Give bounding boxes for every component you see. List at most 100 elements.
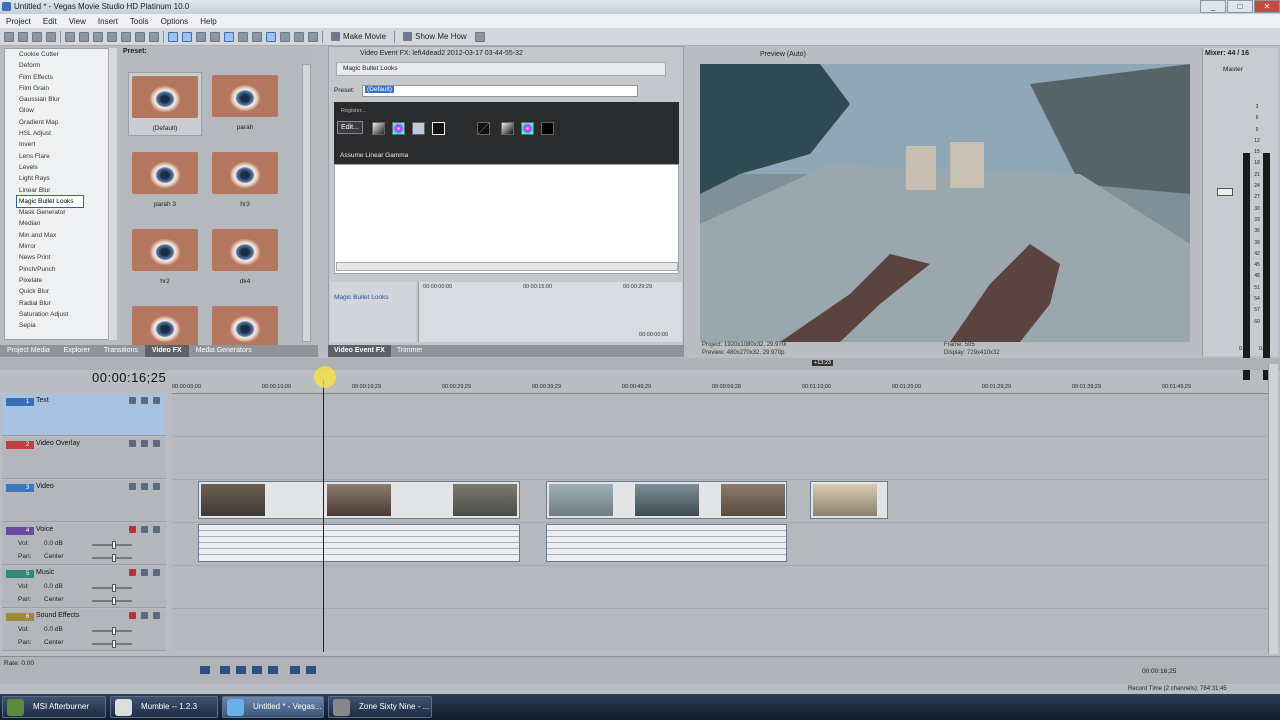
fx-item[interactable]: Gradient Map [5,117,109,128]
taskbar-mumble[interactable]: Mumble -- 1.2.3 [110,696,218,718]
paste-icon[interactable] [93,31,103,42]
preset-thumb[interactable]: dk4 [208,226,282,290]
fx-item[interactable]: Deform [5,60,109,71]
track-name[interactable]: Text [36,397,49,404]
playhead-cursor[interactable] [323,380,324,652]
lock-envelopes-icon[interactable] [266,31,276,42]
loop-icon[interactable] [200,666,210,674]
track-header-video-overlay[interactable]: 2 Video Overlay [2,437,166,479]
fx-item[interactable]: Gaussian Blur [5,94,109,105]
fx-item[interactable]: Median [5,218,109,229]
taskbar-zone-sixty-nine[interactable]: Zone Sixty Nine - ... [328,696,432,718]
tab-project-media[interactable]: Project Media [0,345,57,357]
stop-icon[interactable] [268,666,278,674]
fx-item[interactable]: Glow [5,105,109,116]
tab-video-fx[interactable]: Video FX [144,345,189,357]
fx-item[interactable]: Linear Blur [5,185,109,196]
preset-thumb[interactable]: (Default) [128,72,202,136]
go-to-start-icon[interactable] [290,666,300,674]
fx-preset-dropdown[interactable]: (Default) [362,85,638,97]
menu-view[interactable]: View [63,17,92,26]
subject-icon[interactable] [412,122,425,135]
fx-item[interactable]: Min and Max [5,230,109,241]
split-icon[interactable] [308,31,318,42]
track-name[interactable]: Video [36,483,54,490]
mute-icon[interactable] [141,397,148,404]
solo-icon[interactable] [153,440,160,447]
show-me-how-button[interactable]: Show Me How [399,32,471,41]
video-clip[interactable] [198,481,520,519]
fx-item[interactable]: Mirror [5,241,109,252]
track-name[interactable]: Music [36,569,54,576]
fx-item[interactable]: Film Grain [5,83,109,94]
pan-slider[interactable] [92,597,132,605]
fx-item[interactable]: Light Rays [5,173,109,184]
zoom-marker[interactable]: +13:23 [812,360,833,366]
fx-icon[interactable] [129,397,136,404]
redo-icon[interactable] [149,31,159,42]
menu-options[interactable]: Options [155,17,195,26]
normal-edit-icon[interactable] [294,31,304,42]
new-icon[interactable] [4,31,14,42]
mute-icon[interactable] [141,612,148,619]
play-icon[interactable] [236,666,246,674]
fx-horizontal-scrollbar[interactable] [336,262,678,271]
envelope-tool-icon[interactable] [182,31,192,42]
zoom-tool-icon[interactable] [210,31,220,42]
close-button[interactable]: ✕ [1254,0,1280,13]
gradient-tool-2-icon[interactable] [501,122,514,135]
minimize-button[interactable]: _ [1200,0,1226,13]
cut-icon[interactable] [65,31,75,42]
timeline-ruler[interactable]: 00:00:00;00 00:00:10;00 00:00:19;29 00:0… [172,380,1270,394]
make-movie-button[interactable]: Make Movie [327,32,390,41]
fx-chain-item[interactable]: Magic Bullet Looks [343,65,398,72]
solo-icon[interactable] [153,612,160,619]
pan-slider[interactable] [92,554,132,562]
taskbar-msi-afterburner[interactable]: MSI Afterburner [2,696,106,718]
solo-icon[interactable] [153,483,160,490]
maximize-button[interactable]: □ [1227,0,1253,13]
taskbar-vegas[interactable]: Untitled * - Vegas... [222,696,324,718]
fx-item[interactable]: Invert [5,139,109,150]
fx-icon[interactable] [129,483,136,490]
tab-trimmer[interactable]: Trimmer [391,345,429,357]
track-header-music[interactable]: 5 Music Vol: 0.0 dB Pan: Center [2,566,166,608]
track-header-voice[interactable]: 4 Voice Vol: 0.0 dB Pan: Center [2,523,166,565]
preset-thumb[interactable] [208,303,282,348]
mute-icon[interactable] [141,526,148,533]
color-wheel-2-icon[interactable] [521,122,534,135]
menu-edit[interactable]: Edit [37,17,63,26]
record-icon[interactable] [129,526,136,533]
pan-slider[interactable] [92,640,132,648]
mute-icon[interactable] [141,569,148,576]
track-header-sound-effects[interactable]: 6 Sound Effects Vol: 0.0 dB Pan: Center [2,609,166,651]
volume-slider[interactable] [92,627,132,635]
fx-item[interactable]: Pinch/Punch [5,264,109,275]
register-link[interactable]: Register... [341,108,366,114]
tab-explorer[interactable]: Explorer [57,345,97,357]
solo-icon[interactable] [153,569,160,576]
preset-thumb[interactable]: parah 3 [128,149,202,213]
ignore-grouping-icon[interactable] [280,31,290,42]
fx-item[interactable]: Pixelate [5,275,109,286]
fx-item[interactable]: Levels [5,162,109,173]
mute-icon[interactable] [141,440,148,447]
menu-tools[interactable]: Tools [124,17,155,26]
fx-item[interactable]: HSL Adjust [5,128,109,139]
video-clip[interactable] [546,481,787,519]
preset-thumb[interactable]: hr3 [208,149,282,213]
fx-item[interactable]: Quick Blur [5,286,109,297]
preset-thumb[interactable]: hr2 [128,226,202,290]
play-from-start-icon[interactable] [220,666,230,674]
mute-icon[interactable] [141,483,148,490]
track-name[interactable]: Sound Effects [36,612,79,619]
undo-icon[interactable] [135,31,145,42]
diagonal-tool-icon[interactable] [477,122,490,135]
fx-item[interactable]: Sepia [5,320,109,331]
ripple-icon[interactable] [252,31,262,42]
copy-icon[interactable] [79,31,89,42]
tab-video-event-fx[interactable]: Video Event FX [328,345,391,357]
tab-media-generators[interactable]: Media Generators [189,345,259,357]
volume-slider[interactable] [92,541,132,549]
track-name[interactable]: Video Overlay [36,440,80,447]
